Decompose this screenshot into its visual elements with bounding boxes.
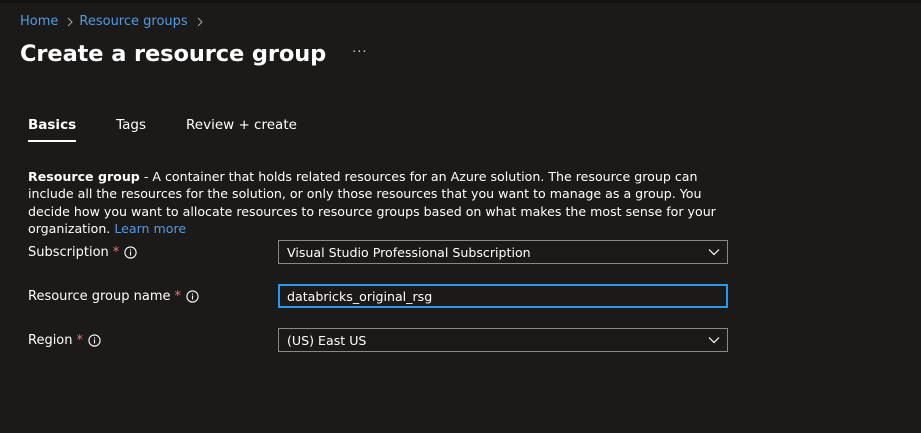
region-label-text: Region [28, 332, 73, 348]
description-term: Resource group [28, 169, 140, 184]
resource-group-name-input[interactable] [287, 288, 726, 304]
required-asterisk: * [174, 288, 182, 304]
resource-group-name-label-text: Resource group name [28, 288, 171, 304]
region-row: Region * (US) East US [28, 328, 728, 352]
chevron-right-icon [67, 17, 74, 27]
chevron-right-icon [197, 17, 203, 27]
resource-group-name-label: Resource group name * [28, 289, 278, 304]
learn-more-link[interactable]: Learn more [114, 221, 186, 236]
subscription-label-text: Subscription [28, 244, 109, 260]
region-value: (US) East US [287, 332, 367, 348]
page-title: Create a resource group [20, 41, 327, 67]
tab-bar: Basics Tags Review + create [28, 117, 297, 142]
required-asterisk: * [76, 332, 84, 348]
breadcrumb-resource-groups-link[interactable]: Resource groups [79, 14, 187, 30]
info-icon[interactable] [186, 289, 199, 303]
chevron-down-icon [708, 248, 720, 256]
required-asterisk: * [112, 244, 120, 260]
ellipsis-icon[interactable]: ··· [352, 45, 367, 60]
breadcrumb: Home Resource groups [20, 14, 209, 30]
title-row: Create a resource group ··· [20, 41, 368, 67]
subscription-label: Subscription * [28, 245, 278, 260]
resource-group-description: Resource group - A container that holds … [28, 168, 728, 238]
subscription-dropdown[interactable]: Visual Studio Professional Subscription [278, 240, 728, 264]
chevron-down-icon [708, 336, 720, 344]
region-dropdown[interactable]: (US) East US [278, 328, 728, 352]
resource-group-name-field[interactable] [278, 284, 728, 308]
info-icon[interactable] [124, 245, 137, 259]
tab-review-create[interactable]: Review + create [186, 117, 297, 142]
region-label: Region * [28, 333, 278, 348]
tab-basics[interactable]: Basics [28, 117, 77, 142]
subscription-value: Visual Studio Professional Subscription [287, 244, 531, 260]
info-icon[interactable] [88, 333, 101, 347]
subscription-row: Subscription * Visual Studio Professiona… [28, 240, 728, 264]
breadcrumb-home-link[interactable]: Home [20, 14, 58, 30]
tab-tags[interactable]: Tags [116, 117, 146, 142]
resource-group-name-row: Resource group name * [28, 284, 728, 308]
create-resource-group-page: Home Resource groups Create a resource g… [0, 0, 921, 433]
